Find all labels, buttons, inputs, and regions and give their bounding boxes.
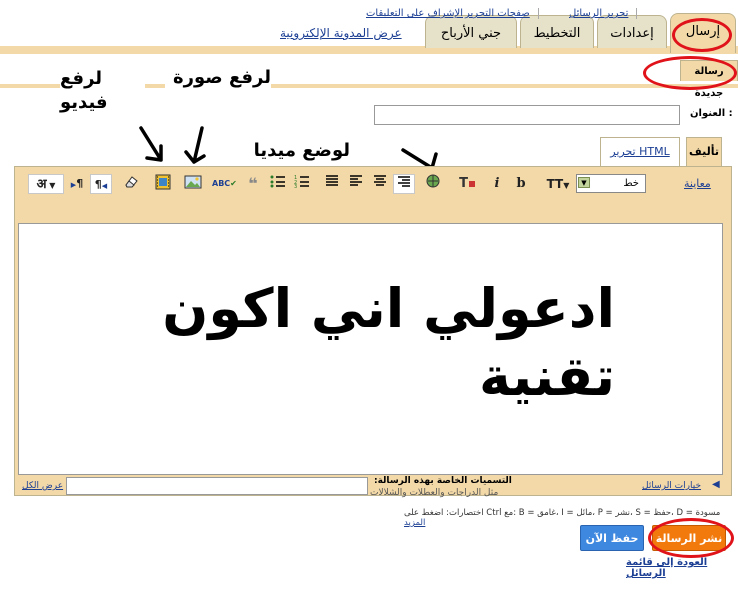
- tab-monetize-label: جني الأرباح: [440, 26, 502, 41]
- align-right-icon: [398, 176, 410, 187]
- link-button[interactable]: [422, 174, 444, 194]
- tab-layout[interactable]: التخطيط: [520, 15, 594, 48]
- bullet-list-icon: [270, 175, 285, 188]
- quote-icon: ❝: [248, 174, 258, 193]
- numbered-list-icon: 123: [294, 175, 309, 190]
- post-options-link[interactable]: خيارات الرسائل: [642, 481, 701, 491]
- italic-icon: i: [494, 176, 500, 191]
- link-globe-icon: [426, 174, 440, 188]
- rtl-pilcrow-icon: ¶: [94, 178, 102, 191]
- ltr-pilcrow-icon: ¶: [76, 177, 84, 190]
- sub-tab-edit-posts[interactable]: تحرير الرسائل: [569, 8, 638, 19]
- annotation-add-media: لوضع ميديا: [250, 140, 350, 161]
- svg-text:3: 3: [294, 184, 297, 188]
- tab-edit-html[interactable]: تحرير HTML: [600, 137, 680, 167]
- align-right-button[interactable]: [393, 174, 415, 194]
- arrow-to-image-icon: [184, 126, 206, 164]
- back-to-posts-link[interactable]: العودة إلى قائمة الرسائل: [626, 557, 738, 579]
- tab-compose[interactable]: تأليف: [686, 137, 722, 167]
- save-now-button[interactable]: حفظ الآن: [580, 525, 644, 551]
- labels-title: التسميات الخاصة بهذه الرسالة:: [374, 476, 512, 486]
- remove-formatting-button[interactable]: [120, 174, 142, 194]
- align-left-icon: [350, 175, 362, 186]
- transliteration-button[interactable]: अ ▼: [28, 174, 64, 194]
- numbered-list-button[interactable]: 123: [291, 174, 313, 194]
- text-color-icon: T: [459, 176, 468, 191]
- align-center-icon: [374, 175, 386, 186]
- shortcuts-text: اختصارات: اضغط على Ctrl مع: B = غامق، I …: [404, 508, 721, 518]
- align-justify-button[interactable]: [321, 174, 343, 194]
- preview-link[interactable]: معاينة: [684, 177, 711, 190]
- rtl-button[interactable]: ¶◀: [90, 174, 112, 194]
- ltr-button[interactable]: ▶¶: [66, 174, 88, 194]
- italic-button[interactable]: i: [486, 174, 508, 194]
- eraser-icon: [125, 176, 138, 188]
- transliteration-icon: अ: [36, 177, 47, 192]
- publish-highlight-circle: [648, 518, 734, 558]
- annotation-upload-video: لرفع فيديو: [60, 67, 145, 115]
- annotation-upload-image: لرفع صورة: [165, 67, 271, 88]
- posting-highlight-circle: [672, 18, 732, 52]
- title-input[interactable]: [374, 105, 680, 125]
- bold-icon: b: [516, 176, 526, 191]
- tab-settings-label: إعدادات: [610, 26, 654, 41]
- bold-button[interactable]: b: [510, 174, 532, 194]
- labels-example: مثل الدراجات والعطلات والشلالات: [370, 488, 499, 498]
- shortcuts-more-link[interactable]: المزيد: [404, 518, 425, 528]
- font-select-chevron-icon[interactable]: ▼: [578, 177, 590, 188]
- tab-settings[interactable]: إعدادات: [597, 15, 667, 48]
- insert-image-button[interactable]: [182, 174, 204, 194]
- insert-video-button[interactable]: [152, 174, 174, 194]
- align-center-button[interactable]: [369, 174, 391, 194]
- new-post-highlight-circle: [643, 56, 737, 90]
- arrow-to-video-icon: [139, 126, 163, 162]
- insert-image-icon: [184, 175, 202, 189]
- tab-edit-html-label: تحرير HTML: [610, 145, 670, 158]
- show-all-labels-link[interactable]: عرض الكل: [22, 481, 63, 491]
- font-select-value: خط: [623, 178, 639, 189]
- save-now-label: حفظ الآن: [585, 532, 639, 545]
- post-options-arrow-icon[interactable]: ◀: [712, 479, 720, 490]
- sub-tab-edit-pages[interactable]: صفحات التحرير: [465, 8, 539, 19]
- align-justify-icon: [326, 175, 338, 186]
- tab-monetize[interactable]: جني الأرباح: [425, 15, 517, 48]
- font-size-button[interactable]: TT▼: [544, 174, 572, 194]
- spellcheck-button[interactable]: ABC✔: [212, 174, 237, 194]
- tab-compose-label: تأليف: [689, 145, 719, 158]
- sub-tab-moderate-comments[interactable]: الإشراف على التعليقات: [366, 8, 463, 19]
- insert-video-icon: [155, 174, 171, 190]
- align-left-button[interactable]: [345, 174, 367, 194]
- title-label: العنوان :: [690, 108, 733, 119]
- tab-layout-label: التخطيط: [533, 26, 581, 41]
- labels-input[interactable]: [66, 477, 368, 495]
- post-body-text: ادعولي اني اكون تقنية: [162, 277, 615, 408]
- bullet-list-button[interactable]: [267, 174, 289, 194]
- quote-button[interactable]: ❝: [242, 174, 264, 194]
- spellcheck-icon: ABC: [212, 179, 231, 188]
- font-size-icon: TT: [546, 177, 564, 191]
- view-blog-link[interactable]: عرض المدونة الإلكترونية: [280, 26, 402, 40]
- text-color-button[interactable]: T: [456, 174, 478, 194]
